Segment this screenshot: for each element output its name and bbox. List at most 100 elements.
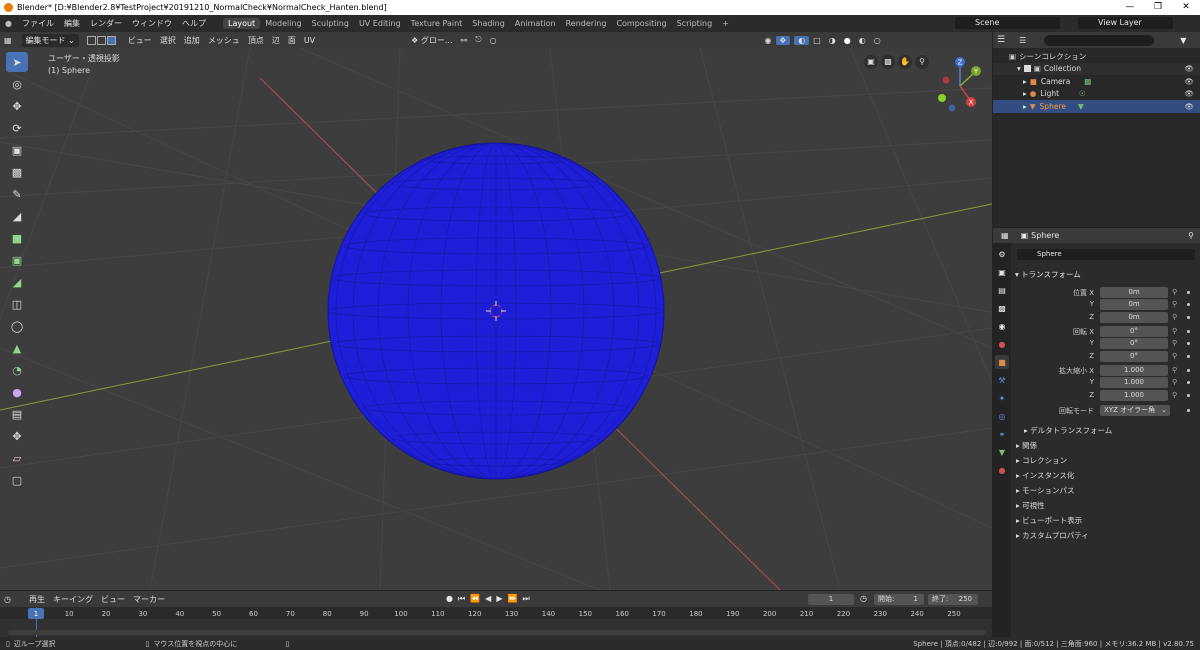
- constraints-tab-icon[interactable]: ⚭: [995, 427, 1009, 441]
- mode-selector[interactable]: 編集モード ⌄: [21, 33, 79, 47]
- view-layer-selector[interactable]: View Layer: [1078, 17, 1173, 29]
- display-mode-icon[interactable]: ☰: [1019, 36, 1026, 45]
- render-tab-icon[interactable]: ▣: [995, 265, 1009, 279]
- face-select-icon[interactable]: [106, 35, 116, 45]
- filter-icon[interactable]: ▼: [1180, 36, 1186, 45]
- outliner-collection-row[interactable]: ▾ ▣ Collection 👁: [993, 62, 1200, 75]
- keyframe-dot[interactable]: [1187, 355, 1190, 358]
- rotate-tool-icon[interactable]: ⟳: [6, 118, 28, 138]
- relations-panel[interactable]: ▸ 関係: [1016, 440, 1037, 451]
- tab-uv-editing[interactable]: UV Editing: [354, 18, 406, 29]
- add-workspace-button[interactable]: +: [717, 18, 734, 29]
- play-icon[interactable]: ▶: [496, 594, 502, 604]
- navigation-gizmo[interactable]: Z Y X: [930, 54, 990, 114]
- menu-edge[interactable]: 辺: [268, 35, 284, 46]
- custom-properties-panel[interactable]: ▸ カスタムプロパティ: [1016, 530, 1089, 541]
- rip-region-tool-icon[interactable]: ▢: [6, 470, 28, 490]
- knife-tool-icon[interactable]: ◯: [6, 316, 28, 336]
- overlay-toggle-icon[interactable]: ◐: [794, 35, 810, 45]
- collection-checkbox[interactable]: [1023, 65, 1031, 73]
- inset-tool-icon[interactable]: ▣: [6, 250, 28, 270]
- menu-mesh[interactable]: メッシュ: [204, 35, 244, 46]
- modifier-tab-icon[interactable]: ⚒: [995, 373, 1009, 387]
- material-tab-icon[interactable]: ●: [995, 463, 1009, 477]
- menu-playback[interactable]: 再生: [25, 594, 49, 605]
- jump-start-icon[interactable]: ⏮: [458, 594, 465, 604]
- lock-icon[interactable]: ⚲: [1172, 366, 1177, 374]
- menu-file[interactable]: ファイル: [17, 18, 59, 29]
- play-reverse-icon[interactable]: ◀: [485, 594, 491, 604]
- menu-window[interactable]: ウィンドウ: [127, 18, 177, 29]
- keyframe-dot[interactable]: [1187, 409, 1190, 412]
- outliner-editor-icon[interactable]: ☰: [997, 35, 1005, 45]
- keyframe-dot[interactable]: [1187, 330, 1190, 333]
- location-y-field[interactable]: 0m: [1100, 299, 1168, 310]
- lock-icon[interactable]: ⚲: [1172, 327, 1177, 335]
- prev-keyframe-icon[interactable]: ⏪: [470, 594, 480, 604]
- gizmo-toggle-icon[interactable]: ✥: [775, 35, 791, 45]
- lock-icon[interactable]: ⚲: [1172, 300, 1177, 308]
- maximize-icon[interactable]: ❐: [1144, 0, 1172, 15]
- outliner-item-sphere[interactable]: ▸ ▼ Sphere ▼ 👁: [993, 100, 1200, 113]
- transform-tool-icon[interactable]: ▩: [6, 162, 28, 182]
- tab-compositing[interactable]: Compositing: [611, 18, 671, 29]
- pan-view-icon[interactable]: ✋: [898, 55, 912, 69]
- pin-icon[interactable]: ⚲: [1188, 231, 1194, 240]
- sphere-visibility-icon[interactable]: 👁: [1184, 102, 1194, 111]
- measure-tool-icon[interactable]: ◢: [6, 206, 28, 226]
- output-tab-icon[interactable]: ▤: [995, 283, 1009, 297]
- physics-tab-icon[interactable]: ◎: [995, 409, 1009, 423]
- close-icon[interactable]: ✕: [1172, 0, 1200, 15]
- lock-icon[interactable]: ⚲: [1172, 391, 1177, 399]
- current-frame-field[interactable]: 1: [808, 594, 854, 605]
- menu-keying[interactable]: キーイング: [49, 594, 97, 605]
- scale-y-field[interactable]: 1.000: [1100, 377, 1168, 388]
- object-name-field[interactable]: Sphere: [1017, 249, 1195, 260]
- light-data-icon[interactable]: ☉: [1079, 89, 1086, 98]
- 3d-viewport[interactable]: ユーザー・透視投影 (1) Sphere ▣ ▩ ✋ ⚲ Z Y X: [0, 48, 992, 590]
- tab-layout[interactable]: Layout: [222, 18, 261, 29]
- view-layer-tab-icon[interactable]: ▩: [995, 301, 1009, 315]
- collection-visibility-icon[interactable]: 👁: [1184, 64, 1194, 73]
- select-box-tool-icon[interactable]: ➤: [6, 52, 28, 72]
- transform-panel-title[interactable]: ▾ トランスフォーム: [1015, 269, 1081, 280]
- solid-shading-icon[interactable]: ●: [840, 36, 855, 45]
- delta-transform-panel[interactable]: ▸ デルタトランスフォーム: [1024, 425, 1112, 436]
- outliner-item-camera[interactable]: ▸ ■ Camera ▩ 👁: [993, 75, 1200, 88]
- clock-icon[interactable]: ◷: [860, 594, 867, 603]
- material-shading-icon[interactable]: ◐: [855, 36, 870, 45]
- timeline-area[interactable]: 1 10 20 30 40 50 60 70 80 90 100 110 120 130 140 150 160…: [0, 607, 992, 637]
- rotation-z-field[interactable]: 0°: [1100, 351, 1168, 362]
- move-tool-icon[interactable]: ✥: [6, 96, 28, 116]
- rotation-mode-select[interactable]: XYZ オイラー角 ⌄: [1100, 405, 1170, 416]
- instancing-panel[interactable]: ▸ インスタンス化: [1016, 470, 1074, 481]
- edge-select-icon[interactable]: [96, 35, 106, 45]
- zoom-view-icon[interactable]: ⚲: [915, 55, 929, 69]
- record-icon[interactable]: ●: [446, 594, 453, 604]
- keyframe-dot[interactable]: [1187, 303, 1190, 306]
- timeline-editor-icon[interactable]: ◷: [0, 595, 15, 604]
- jump-end-icon[interactable]: ⏭: [522, 594, 529, 604]
- menu-timeline-view[interactable]: ビュー: [97, 594, 129, 605]
- editor-type-icon[interactable]: ▦: [0, 36, 16, 45]
- cursor-tool-icon[interactable]: ◎: [6, 74, 28, 94]
- shear-tool-icon[interactable]: ▱: [6, 448, 28, 468]
- menu-face[interactable]: 面: [284, 35, 300, 46]
- shrink-fatten-tool-icon[interactable]: ✥: [6, 426, 28, 446]
- edge-slide-tool-icon[interactable]: ▤: [6, 404, 28, 424]
- wireframe-shading-icon[interactable]: ◑: [825, 36, 840, 45]
- light-visibility-icon[interactable]: 👁: [1184, 89, 1194, 98]
- bevel-tool-icon[interactable]: ◢: [6, 272, 28, 292]
- motion-paths-panel[interactable]: ▸ モーションパス: [1016, 485, 1075, 496]
- outliner-item-light[interactable]: ▸ ● Light ☉ 👁: [993, 88, 1200, 101]
- menu-edit[interactable]: 編集: [59, 18, 85, 29]
- outliner-search-input[interactable]: [1044, 34, 1155, 46]
- keyframe-dot[interactable]: [1187, 369, 1190, 372]
- visibility-panel[interactable]: ▸ 可視性: [1016, 500, 1045, 511]
- lock-icon[interactable]: ⚲: [1172, 313, 1177, 321]
- start-frame-field[interactable]: 開始: 1: [874, 594, 924, 605]
- tab-shading[interactable]: Shading: [467, 18, 510, 29]
- menu-render[interactable]: レンダー: [85, 18, 127, 29]
- menu-help[interactable]: ヘルプ: [177, 18, 211, 29]
- menu-view[interactable]: ビュー: [124, 35, 156, 46]
